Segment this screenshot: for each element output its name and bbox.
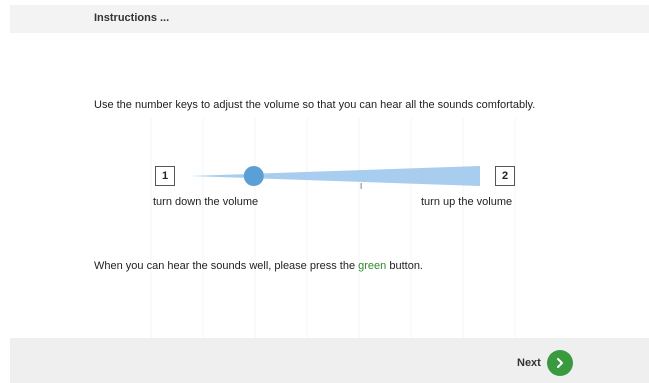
note-highlight-green: green [358, 260, 387, 272]
next-circle[interactable] [546, 350, 573, 376]
volume-track [190, 166, 480, 186]
key-2-box: 2 [495, 166, 515, 186]
text-cursor-icon: I [360, 182, 363, 191]
background-pattern [100, 118, 520, 338]
page-title: Instructions ... [94, 12, 170, 24]
volume-knob[interactable] [243, 166, 264, 186]
turn-up-label: turn up the volume [421, 196, 513, 208]
note-prefix: When you can hear the sounds well, pleas… [94, 260, 359, 272]
green-button-note: When you can hear the sounds well, pleas… [94, 260, 423, 272]
chevron-right-icon [556, 358, 563, 368]
turn-down-label: turn down the volume [153, 196, 259, 208]
note-suffix: button. [386, 260, 423, 272]
instruction-text: Use the number keys to adjust the volume… [94, 99, 536, 111]
next-label: Next [517, 357, 541, 369]
instructions-header: Instructions ... [10, 5, 649, 33]
next-button[interactable]: Next [517, 350, 573, 376]
volume-slider[interactable] [185, 160, 481, 192]
key-1-box: 1 [155, 166, 175, 186]
